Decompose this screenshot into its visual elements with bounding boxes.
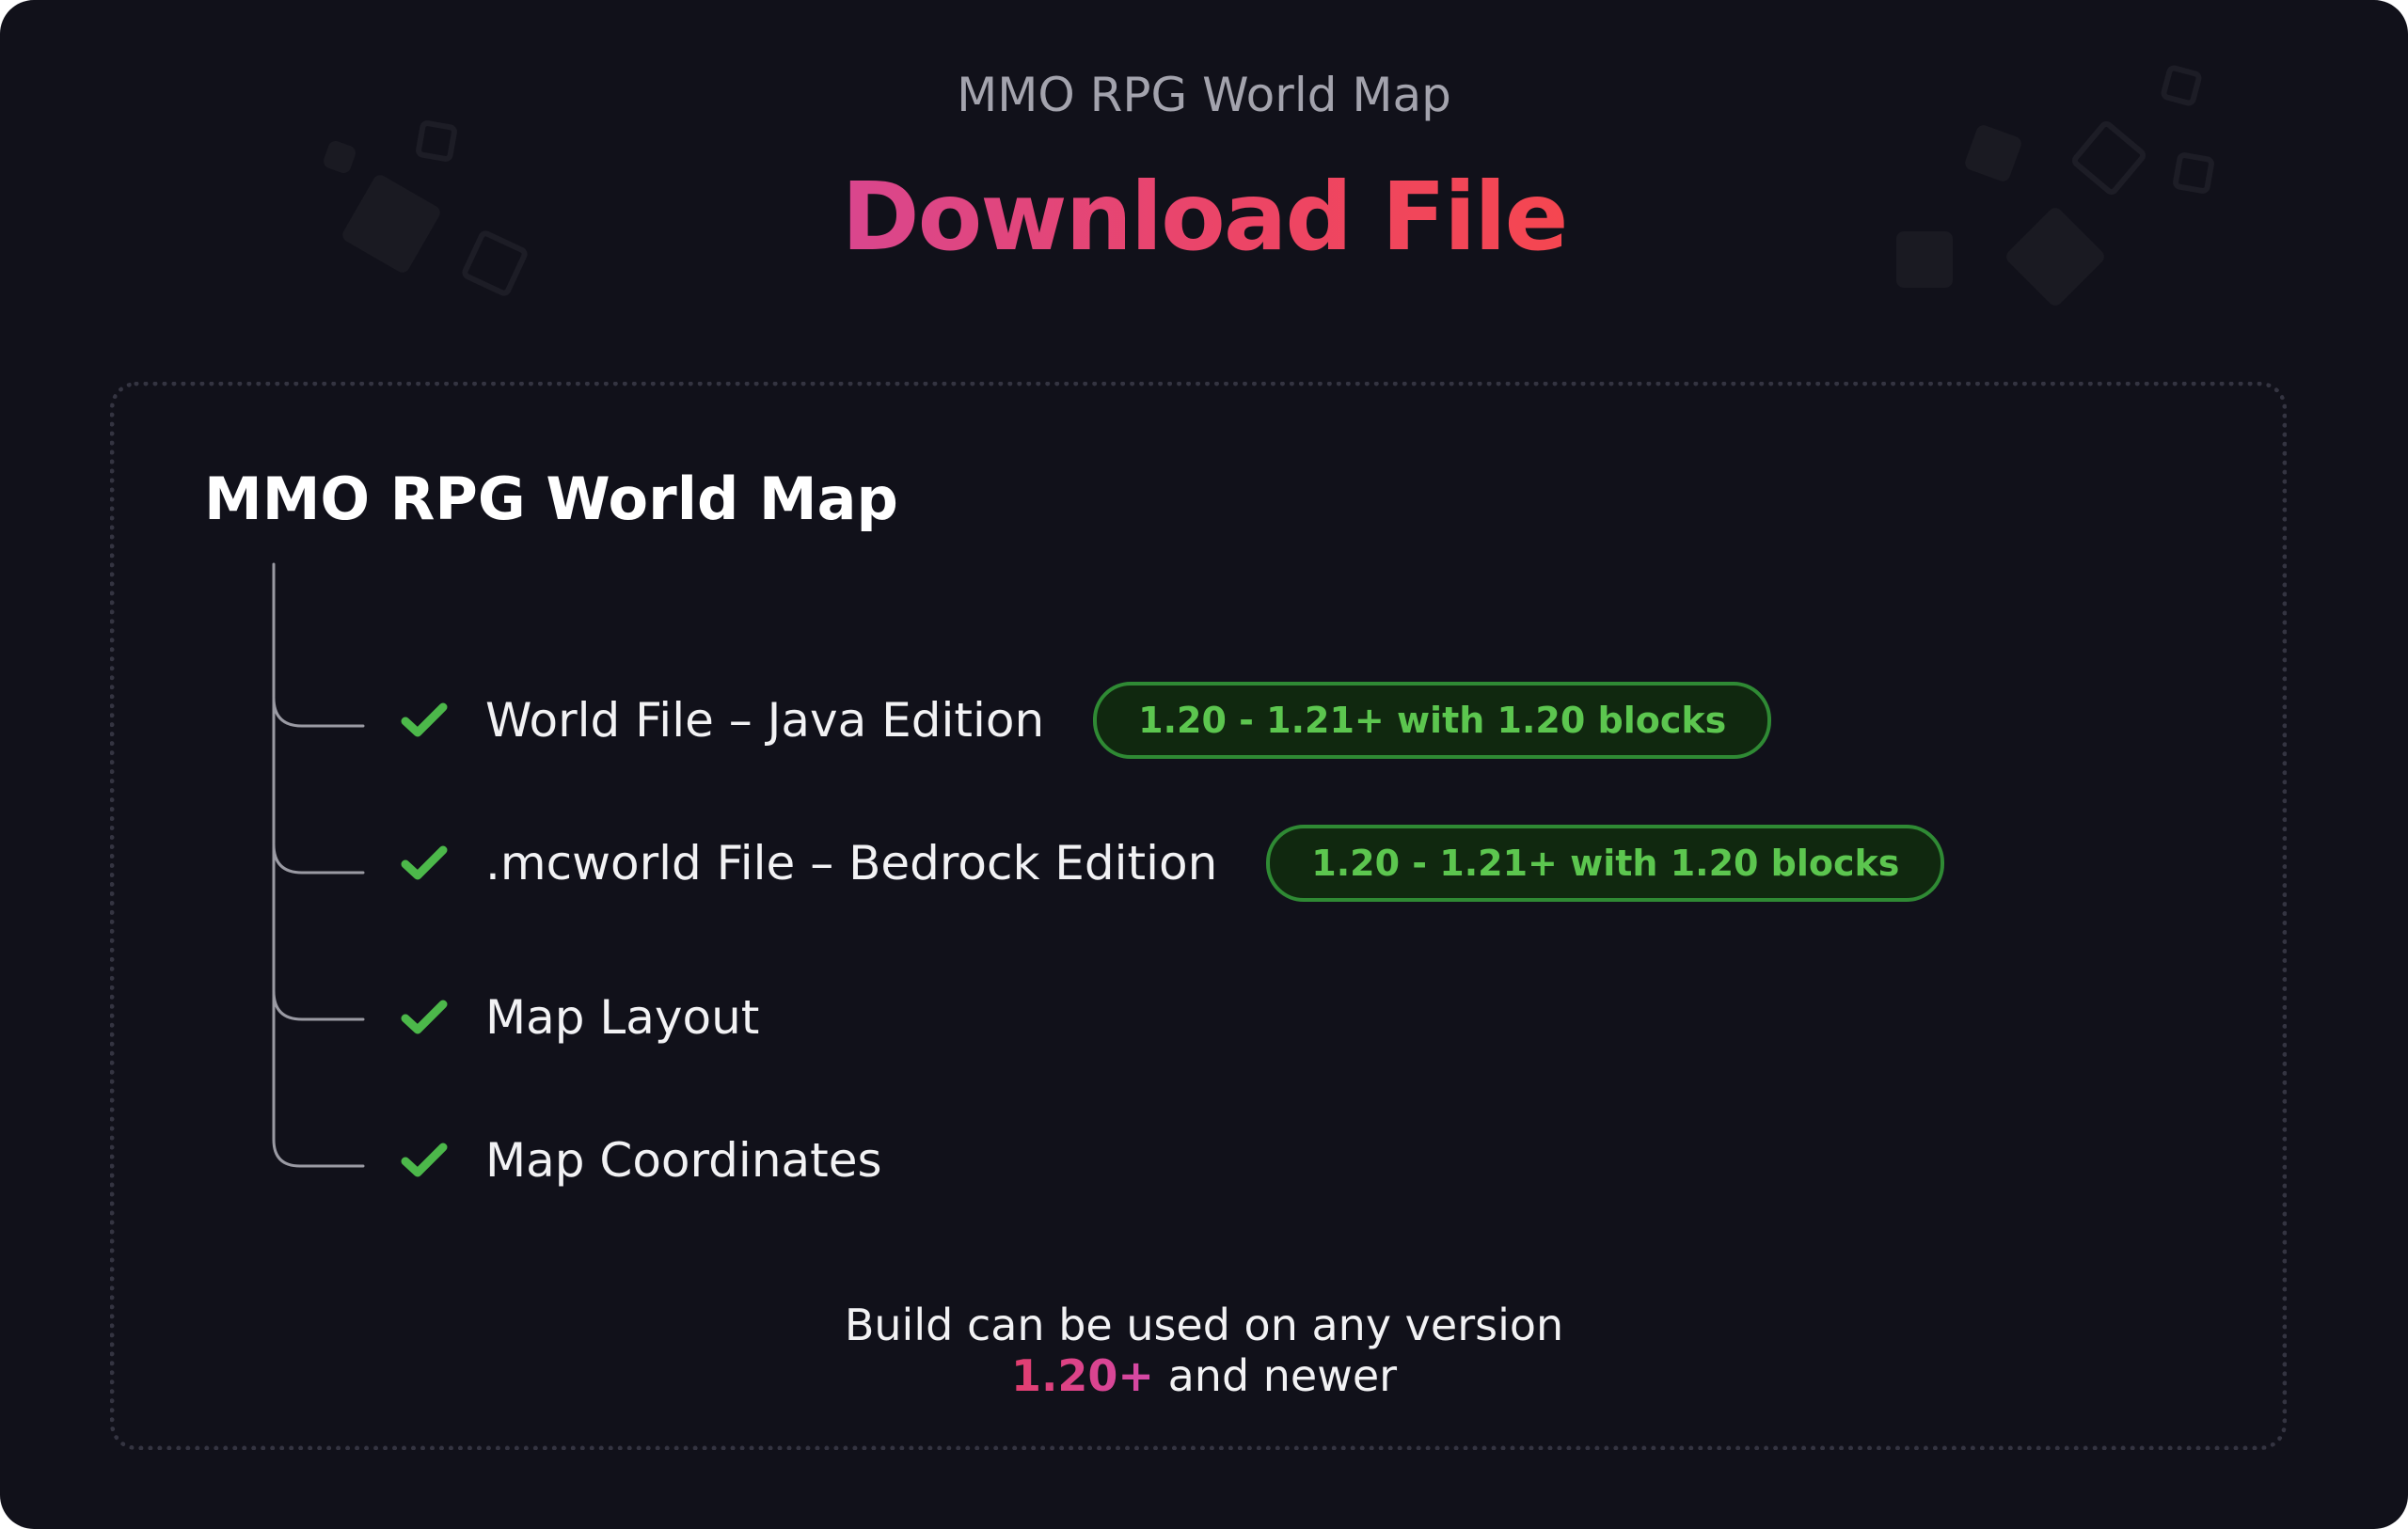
check-icon [401, 702, 448, 737]
check-icon [401, 845, 448, 880]
check-icon [401, 1143, 448, 1177]
compatibility-line-2: 1.20+ and newer [0, 1350, 2408, 1401]
page-title-text: Download File [841, 162, 1569, 272]
page-subtitle: MMO RPG World Map [957, 68, 1451, 122]
version-badge: 1.20 - 1.21+ with 1.20 blocks [1266, 825, 1945, 902]
item-label: .mcworld File – Bedrock Edition [485, 836, 1218, 891]
item-label: Map Coordinates [485, 1133, 882, 1188]
list-item-bedrock-world: .mcworld File – Bedrock Edition 1.20 - 1… [401, 825, 1945, 902]
download-contents-box [110, 382, 2287, 1450]
version-badge: 1.20 - 1.21+ with 1.20 blocks [1093, 682, 1772, 759]
download-card: MMO RPG World Map Download File MMO RPG … [0, 0, 2408, 1529]
list-item-map-coordinates: Map Coordinates [401, 1123, 882, 1198]
compatibility-note: Build can be used on any version 1.20+ a… [0, 1300, 2408, 1401]
decorative-square [414, 118, 459, 164]
list-item-map-layout: Map Layout [401, 980, 759, 1055]
list-item-java-world: World File – Java Edition 1.20 - 1.21+ w… [401, 682, 1772, 759]
item-label: Map Layout [485, 990, 760, 1045]
contents-title: MMO RPG World Map [204, 465, 898, 533]
version-suffix: and newer [1153, 1350, 1398, 1401]
page-title: Download File [0, 162, 2408, 272]
check-icon [401, 1000, 448, 1034]
item-label: World File – Java Edition [485, 693, 1045, 748]
version-highlight: 1.20+ [1010, 1350, 1154, 1401]
compatibility-line-1: Build can be used on any version [844, 1300, 1564, 1350]
